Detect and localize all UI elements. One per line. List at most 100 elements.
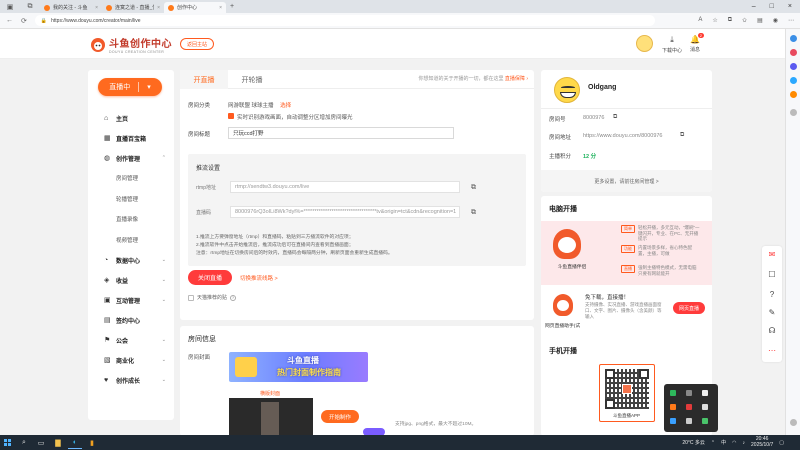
search-icon[interactable] (790, 35, 797, 42)
task-view-icon[interactable]: ▭ (34, 437, 48, 449)
more-settings-link[interactable]: 更多设置，请前往房间管理 > (541, 170, 712, 192)
sidebar-item-toolbox[interactable]: ▦ 直播百宝箱 (88, 128, 174, 148)
tab-close-icon[interactable]: × (219, 5, 222, 11)
copy-code-icon[interactable]: ⧉ (471, 209, 478, 216)
copy-room-number-icon[interactable]: ⧉ (613, 114, 617, 121)
tray-douyu-icon[interactable] (670, 404, 676, 410)
sidebar-item-video-management[interactable]: 视频管理 (88, 230, 174, 251)
stream-code-field[interactable]: 8000976rQ3oILi8Wk?dyl%=*****************… (230, 206, 460, 218)
favorites-list-icon[interactable]: ✩ (742, 17, 747, 24)
tray-mic-icon[interactable] (702, 404, 708, 410)
refresh-icon[interactable]: ⟳ (21, 17, 27, 25)
switch-stream-line-link[interactable]: 切换推流线路 > (240, 274, 278, 282)
profile-avatar[interactable] (554, 77, 580, 103)
user-avatar[interactable] (636, 35, 653, 52)
cover-guide-banner[interactable]: 斗鱼直播 热门封面制作指南 (229, 352, 368, 382)
tab-actions-icon[interactable]: ⧉ (20, 0, 40, 13)
split-screen-icon[interactable]: ⧉ (728, 17, 732, 24)
shopping-icon[interactable] (790, 49, 797, 56)
tray-app-icon[interactable] (670, 418, 676, 424)
tray-app-icon[interactable] (686, 418, 692, 424)
close-window-icon[interactable]: × (788, 3, 792, 10)
office-icon[interactable] (790, 91, 797, 98)
tray-wechat-icon[interactable] (670, 390, 676, 396)
sidebar-item-contract[interactable]: ▤ 签约中心 (88, 310, 174, 330)
app-icon[interactable]: ▮ (85, 437, 99, 449)
tray-app-icon[interactable] (686, 404, 692, 410)
sidebar-item-business[interactable]: ▧ 商业化 ⌄ (88, 350, 174, 370)
collections-icon[interactable]: ▤ (757, 17, 763, 24)
tray-app-icon[interactable] (686, 390, 692, 396)
sidebar-item-growth[interactable]: ♥ 创作成长 ⌄ (88, 370, 174, 390)
tray-expand-icon[interactable]: ⌃ (711, 440, 715, 446)
sidebar-item-interaction[interactable]: ▣ 互动管理 ⌄ (88, 290, 174, 310)
sidebar-item-rotation-management[interactable]: 轮播管理 (88, 189, 174, 210)
copy-rtmp-icon[interactable]: ⧉ (471, 184, 478, 191)
room-title-input[interactable]: 只玩ccd打野 (228, 127, 454, 139)
read-aloud-icon[interactable]: A (698, 17, 702, 24)
sidebar-item-creation-management[interactable]: ◍ 创作管理 ⌃ (88, 148, 174, 168)
minimize-icon[interactable]: – (752, 3, 756, 10)
help-button[interactable]: ? (762, 290, 782, 299)
tools-icon[interactable] (790, 63, 797, 70)
category-select-link[interactable]: 选择 (280, 103, 291, 109)
help-icon[interactable]: ? (230, 294, 237, 301)
favorite-icon[interactable]: ☆ (712, 17, 717, 24)
tab-close-icon[interactable]: × (157, 5, 160, 11)
back-icon[interactable]: ← (6, 17, 13, 24)
clock[interactable]: 20:46 2025/10/7 (751, 436, 773, 448)
search-icon[interactable]: ⌕ (17, 437, 31, 449)
browser-tab-3[interactable]: 创作中心 × (164, 2, 226, 13)
rtmp-address-field[interactable]: rtmp://sendtw3.douyu.com/live (230, 181, 460, 193)
settings-icon[interactable] (790, 419, 797, 426)
tray-app-icon[interactable] (702, 390, 708, 396)
feedback-button[interactable]: ✎ (762, 308, 782, 317)
sidebar-item-income[interactable]: ◈ 收益 ⌄ (88, 270, 174, 290)
notification-icon[interactable]: ▢ (779, 440, 784, 446)
copy-room-url-icon[interactable]: ⧉ (680, 132, 684, 139)
chevron-down-icon[interactable]: ▾ (147, 83, 151, 91)
start-making-button[interactable]: 开始制作 (321, 410, 359, 423)
red-packet-button[interactable]: ✉ (762, 250, 782, 259)
tray-app-icon[interactable] (702, 418, 708, 424)
sidebar-item-recordings[interactable]: 直播录像 (88, 209, 174, 230)
network-icon[interactable]: ◠ (732, 440, 736, 446)
messages-button[interactable]: 🔔 2 消息 (690, 33, 704, 53)
browser-tab-2[interactable]: 连寞之道 - 直播_优寞之道 - × (102, 2, 164, 13)
edge-browser-icon[interactable]: ◐ (68, 437, 82, 449)
outlook-icon[interactable] (790, 77, 797, 84)
new-tab-icon[interactable]: + (230, 3, 234, 10)
browser-tab-1[interactable]: 我的关注 - 斗鱼 × (40, 2, 102, 13)
profile-icon[interactable]: ◉ (773, 17, 778, 24)
cover-thumbnail[interactable] (229, 398, 313, 436)
creator-center-logo[interactable]: 斗鱼创作中心 DOUYU CREATION CENTER (90, 35, 172, 54)
tab-start-live[interactable]: 开直播 (180, 70, 228, 89)
url-bar[interactable]: 🔒 https://www.douyu.com/creator/main/liv… (34, 15, 655, 26)
start-button[interactable] (0, 435, 14, 450)
back-to-main-site-button[interactable]: 返回主站 (180, 38, 214, 50)
auto-detect-checkbox[interactable] (228, 113, 234, 119)
sidebar-item-data-center[interactable]: ◔ 数据中心 ⌄ (88, 250, 174, 270)
tab-start-rotation[interactable]: 开轮播 (228, 70, 276, 89)
ime-language[interactable]: 中 (721, 439, 726, 446)
more-button[interactable]: ⋯ (762, 346, 782, 355)
volume-icon[interactable]: ♪ (743, 440, 746, 446)
more-icon[interactable]: ⋯ (788, 17, 794, 24)
sidebar-item-guild[interactable]: ⚑ 公会 ⌄ (88, 330, 174, 350)
tab-close-icon[interactable]: × (95, 5, 98, 11)
file-explorer-icon[interactable]: ▇ (51, 437, 65, 449)
sidebar-item-room-management[interactable]: 房间管理 (88, 168, 174, 189)
live-guarantee-link[interactable]: 直播保障 (505, 76, 525, 82)
chat-button[interactable]: ☐ (762, 270, 782, 279)
sticky-checkbox[interactable] (188, 294, 194, 301)
service-button[interactable]: ☊ (762, 326, 782, 335)
live-companion-promo[interactable]: 斗鱼直播伴侣 简单 轻松开播，多元互动，“爆刷”一键闪开，专业、在PC、无开播提… (541, 221, 712, 285)
live-status-button[interactable]: 直播中 ▾ (98, 78, 162, 96)
add-icon[interactable] (790, 109, 797, 116)
sidebar-item-home[interactable]: ⌂ 主页 (88, 108, 174, 128)
download-center-button[interactable]: ⤓ 下载中心 (662, 35, 682, 54)
web-live-button[interactable]: 网页直播 (673, 302, 705, 314)
close-live-button[interactable]: 关闭直播 (188, 270, 232, 285)
maximize-icon[interactable]: □ (770, 3, 774, 10)
weather-text[interactable]: 20°C 多云 (682, 439, 705, 446)
